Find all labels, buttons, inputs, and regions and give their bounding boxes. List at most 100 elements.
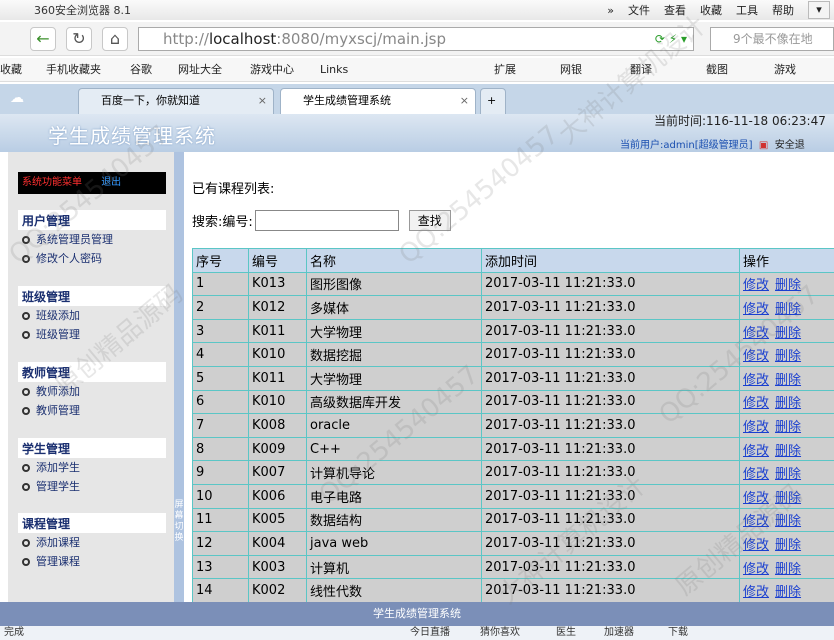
nav-item-student-add[interactable]: 添加学生 bbox=[18, 458, 166, 477]
cloud-icon[interactable]: ☁ bbox=[10, 90, 24, 106]
status-item[interactable]: 医生 bbox=[556, 626, 576, 640]
close-icon[interactable]: × bbox=[258, 89, 267, 113]
status-item[interactable]: 下载 bbox=[668, 626, 688, 640]
cell-time: 2017-03-11 11:21:33.0 bbox=[481, 365, 740, 391]
delete-link[interactable]: 删除 bbox=[775, 467, 801, 482]
delete-link[interactable]: 删除 bbox=[775, 562, 801, 577]
edit-link[interactable]: 修改 bbox=[743, 585, 769, 600]
menu-view[interactable]: 查看 bbox=[664, 2, 686, 18]
search-button[interactable]: 查找 bbox=[408, 210, 451, 231]
edit-link[interactable]: 修改 bbox=[743, 278, 769, 293]
cell-time: 2017-03-11 11:21:33.0 bbox=[481, 460, 740, 485]
bookmark-item[interactable]: 网银 bbox=[560, 58, 582, 82]
cell-time: 2017-03-11 11:21:33.0 bbox=[481, 413, 740, 438]
edit-link[interactable]: 修改 bbox=[743, 467, 769, 482]
cell-code: K004 bbox=[248, 531, 307, 556]
exit-icon[interactable]: ▣ bbox=[756, 140, 772, 151]
address-bar-icons[interactable]: ⟳ ⚡ ▾ bbox=[655, 28, 687, 50]
bookmark-item[interactable]: 游戏 bbox=[774, 58, 796, 82]
bookmarks-bar: 收藏 手机收藏夹 谷歌 网址大全 游戏中心 Links 扩展 网银 翻译 截图 … bbox=[0, 58, 834, 82]
delete-link[interactable]: 删除 bbox=[775, 349, 801, 364]
close-icon[interactable]: × bbox=[460, 89, 469, 113]
tab-baidu[interactable]: 百度一下，你就知道 × bbox=[78, 88, 274, 114]
menu-help[interactable]: 帮助 bbox=[772, 2, 794, 18]
cell-name: 图形图像 bbox=[306, 271, 482, 297]
tab-student-system[interactable]: 学生成绩管理系统 × bbox=[280, 88, 476, 114]
delete-link[interactable]: 删除 bbox=[775, 585, 801, 600]
column-header-ops: 操作 bbox=[739, 248, 834, 273]
edit-link[interactable]: 修改 bbox=[743, 444, 769, 459]
home-icon[interactable]: ⌂ bbox=[102, 27, 128, 51]
bookmark-item[interactable]: 扩展 bbox=[494, 58, 516, 82]
menu-more[interactable]: » bbox=[607, 4, 614, 17]
new-tab-button[interactable]: + bbox=[480, 88, 506, 114]
delete-link[interactable]: 删除 bbox=[775, 538, 801, 553]
menu-tools[interactable]: 工具 bbox=[736, 2, 758, 18]
edit-link[interactable]: 修改 bbox=[743, 373, 769, 388]
delete-link[interactable]: 删除 bbox=[775, 514, 801, 529]
delete-link[interactable]: 删除 bbox=[775, 302, 801, 317]
address-bar[interactable]: http://localhost:8080/myxscj/main.jsp ⟳ … bbox=[138, 27, 694, 51]
edit-link[interactable]: 修改 bbox=[743, 538, 769, 553]
delete-link[interactable]: 删除 bbox=[775, 444, 801, 459]
edit-link[interactable]: 修改 bbox=[743, 396, 769, 411]
nav-item-admin-manage[interactable]: 系统管理员管理 bbox=[18, 230, 166, 249]
delete-link[interactable]: 删除 bbox=[775, 396, 801, 411]
delete-link[interactable]: 删除 bbox=[775, 420, 801, 435]
delete-link[interactable]: 删除 bbox=[775, 278, 801, 293]
cell-ops: 修改 删除 bbox=[739, 460, 834, 485]
table-row: 11 K005 数据结构 2017-03-11 11:21:33.0 修改 删除 bbox=[192, 507, 834, 533]
nav-item-class-add[interactable]: 班级添加 bbox=[18, 306, 166, 325]
delete-link[interactable]: 删除 bbox=[775, 326, 801, 341]
nav-item-course-add[interactable]: 添加课程 bbox=[18, 533, 166, 552]
safe-exit-link[interactable]: 安全退 bbox=[775, 140, 805, 151]
nav-item-student-manage[interactable]: 管理学生 bbox=[18, 477, 166, 496]
edit-link[interactable]: 修改 bbox=[743, 349, 769, 364]
edit-link[interactable]: 修改 bbox=[743, 326, 769, 341]
cell-time: 2017-03-11 11:21:33.0 bbox=[481, 531, 740, 556]
bookmark-item[interactable]: 收藏 bbox=[0, 58, 22, 82]
table-row: 4 K010 数据挖掘 2017-03-11 11:21:33.0 修改 删除 bbox=[192, 342, 834, 367]
nav-item-class-manage[interactable]: 班级管理 bbox=[18, 325, 166, 344]
cell-no: 8 bbox=[192, 436, 249, 462]
edit-link[interactable]: 修改 bbox=[743, 302, 769, 317]
course-code-search-input[interactable] bbox=[254, 210, 399, 231]
bookmark-item[interactable]: 游戏中心 bbox=[250, 58, 294, 82]
nav-item-teacher-manage[interactable]: 教师管理 bbox=[18, 401, 166, 420]
bookmark-item[interactable]: 网址大全 bbox=[178, 58, 222, 82]
nav-group-course: 课程管理 添加课程 管理课程 bbox=[18, 513, 166, 571]
cell-no: 9 bbox=[192, 460, 249, 485]
edit-link[interactable]: 修改 bbox=[743, 562, 769, 577]
nav-item-teacher-add[interactable]: 教师添加 bbox=[18, 382, 166, 401]
bookmark-item[interactable]: 截图 bbox=[706, 58, 728, 82]
menu-favorites[interactable]: 收藏 bbox=[700, 2, 722, 18]
nav-item-course-manage[interactable]: 管理课程 bbox=[18, 552, 166, 571]
bookmark-item[interactable]: 谷歌 bbox=[130, 58, 152, 82]
bookmark-item[interactable]: Links bbox=[320, 58, 348, 82]
delete-link[interactable]: 删除 bbox=[775, 491, 801, 506]
cell-ops: 修改 删除 bbox=[739, 578, 834, 603]
edit-link[interactable]: 修改 bbox=[743, 514, 769, 529]
refresh-icon[interactable]: ↻ bbox=[66, 27, 92, 51]
splitter-label: 屏幕切换 bbox=[174, 500, 184, 543]
nav-group-teacher: 教师管理 教师添加 教师管理 bbox=[18, 362, 166, 420]
minimize-icon[interactable]: ▾ bbox=[808, 1, 830, 19]
delete-link[interactable]: 删除 bbox=[775, 373, 801, 388]
search-input[interactable]: 9个最不像在地 bbox=[710, 27, 834, 51]
left-sidebar: 系统功能菜单 退出 用户管理 系统管理员管理 修改个人密码 班级管理 班级添加 … bbox=[8, 152, 174, 602]
nav-item-change-password[interactable]: 修改个人密码 bbox=[18, 249, 166, 268]
edit-link[interactable]: 修改 bbox=[743, 420, 769, 435]
cell-no: 2 bbox=[192, 295, 249, 320]
cell-no: 13 bbox=[192, 554, 249, 580]
status-item[interactable]: 加速器 bbox=[604, 626, 634, 640]
status-item[interactable]: 猜你喜欢 bbox=[480, 626, 520, 640]
menu-exit-link[interactable]: 退出 bbox=[101, 177, 121, 188]
back-arrow-icon[interactable]: ← bbox=[30, 27, 56, 51]
menu-file[interactable]: 文件 bbox=[628, 2, 650, 18]
edit-link[interactable]: 修改 bbox=[743, 491, 769, 506]
bookmark-item[interactable]: 手机收藏夹 bbox=[46, 58, 101, 82]
bookmark-item[interactable]: 翻译 bbox=[630, 58, 652, 82]
screen-switch-splitter[interactable]: 屏幕切换 bbox=[174, 152, 184, 602]
cell-name: 计算机 bbox=[306, 554, 482, 580]
status-item[interactable]: 今日直播 bbox=[410, 626, 450, 640]
